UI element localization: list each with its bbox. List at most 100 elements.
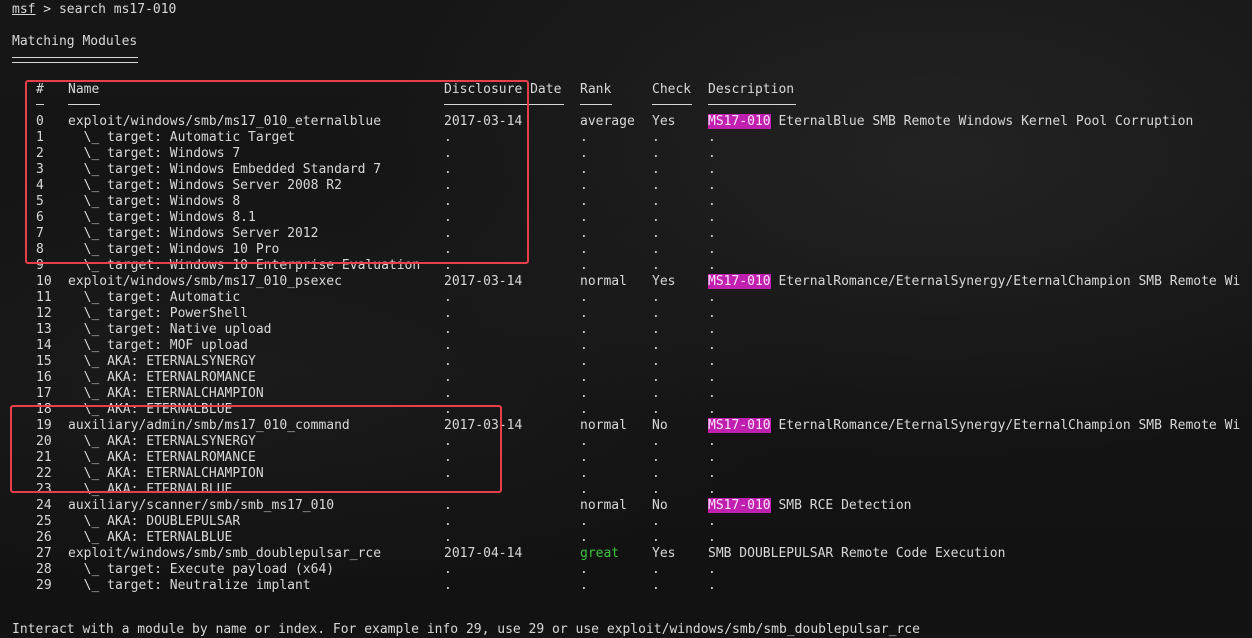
header-num: # [36,82,44,97]
header-check: Check [652,82,692,97]
row-desc-text: . [708,146,716,161]
row-num: 10 [36,274,52,289]
row-num: 8 [36,242,44,257]
row-num: 6 [36,210,44,225]
row-desc: . [708,562,716,578]
row-desc-text: . [708,402,716,417]
row-name: \_ target: Automatic Target [68,130,295,145]
row-date: . [444,370,452,385]
row-check: . [652,370,660,385]
row-num: 22 [36,466,52,481]
row-check: . [652,322,660,337]
row-name: \_ AKA: DOUBLEPULSAR [68,514,241,529]
row-desc-text: . [708,530,716,545]
row-desc: . [708,578,716,594]
row-rank: great [580,546,620,561]
row-rank: . [580,450,588,465]
section-title: Matching Modules [12,34,138,49]
row-name: \_ target: Automatic [68,290,241,305]
row-check: . [652,562,660,577]
row-name: auxiliary/admin/smb/ms17_010_command [68,418,350,433]
row-desc: MS17-010 EternalRomance/EternalSynergy/E… [708,418,1240,434]
row-date: . [444,434,452,449]
row-rank: . [580,466,588,481]
row-name: \_ AKA: ETERNALSYNERGY [68,434,256,449]
row-desc-text: . [708,466,716,481]
row-check: Yes [652,546,676,561]
row-desc-text: . [708,434,716,449]
row-num: 23 [36,482,52,497]
header-name-underline [68,104,100,105]
row-date: . [444,578,452,593]
row-name: \_ target: Windows 8 [68,194,241,209]
row-num: 27 [36,546,52,561]
row-num: 5 [36,194,44,209]
row-date: . [444,402,452,417]
row-check: Yes [652,114,676,129]
row-name: \_ target: Native upload [68,322,272,337]
row-check: . [652,178,660,193]
row-rank: . [580,258,588,273]
row-date: . [444,562,452,577]
row-rank: . [580,146,588,161]
header-desc: Description [708,82,795,97]
row-num: 3 [36,162,44,177]
row-date: . [444,258,452,273]
row-desc-text: . [708,338,716,353]
row-check: . [652,226,660,241]
row-date: . [444,210,452,225]
cve-highlight: MS17-010 [708,418,771,433]
row-desc-text: . [708,306,716,321]
row-name: \_ target: Windows 10 Enterprise Evaluat… [68,258,421,273]
row-rank: . [580,386,588,401]
row-desc: . [708,178,716,194]
row-check: . [652,354,660,369]
row-desc-text: . [708,290,716,305]
row-rank: . [580,226,588,241]
row-check: . [652,338,660,353]
row-num: 29 [36,578,52,593]
row-name: \_ target: PowerShell [68,306,249,321]
header-date: Disclosure Date [444,82,562,97]
header-name: Name [68,82,100,97]
row-rank: . [580,578,588,593]
row-rank: . [580,210,588,225]
row-num: 0 [36,114,44,129]
row-num: 21 [36,450,52,465]
row-num: 12 [36,306,52,321]
row-desc: . [708,530,716,546]
row-check: . [652,434,660,449]
row-num: 26 [36,530,52,545]
prompt-separator: > [35,2,59,17]
row-check: . [652,290,660,305]
row-desc-text: . [708,386,716,401]
row-rank: . [580,354,588,369]
row-desc-text: . [708,130,716,145]
row-date: 2017-03-14 [444,114,523,129]
row-desc-text: . [708,194,716,209]
row-desc: . [708,450,716,466]
row-check: . [652,242,660,257]
terminal-window[interactable]: msf > search ms17-010 Matching Modules #… [0,0,1252,637]
row-num: 17 [36,386,52,401]
row-num: 19 [36,418,52,433]
row-date: . [444,338,452,353]
row-desc: . [708,242,716,258]
row-num: 20 [36,434,52,449]
row-date: . [444,178,452,193]
row-name: \_ AKA: ETERNALROMANCE [68,450,256,465]
row-desc: . [708,354,716,370]
row-check: Yes [652,274,676,289]
row-desc: . [708,466,716,482]
row-rank: normal [580,418,627,433]
row-desc-text: . [708,258,716,273]
row-num: 7 [36,226,44,241]
row-name: \_ target: Execute payload (x64) [68,562,335,577]
header-rank-underline [580,104,612,105]
row-check: . [652,386,660,401]
row-desc: . [708,402,716,418]
header-rank: Rank [580,82,612,97]
row-date: 2017-03-14 [444,274,523,289]
row-num: 16 [36,370,52,385]
row-rank: . [580,370,588,385]
